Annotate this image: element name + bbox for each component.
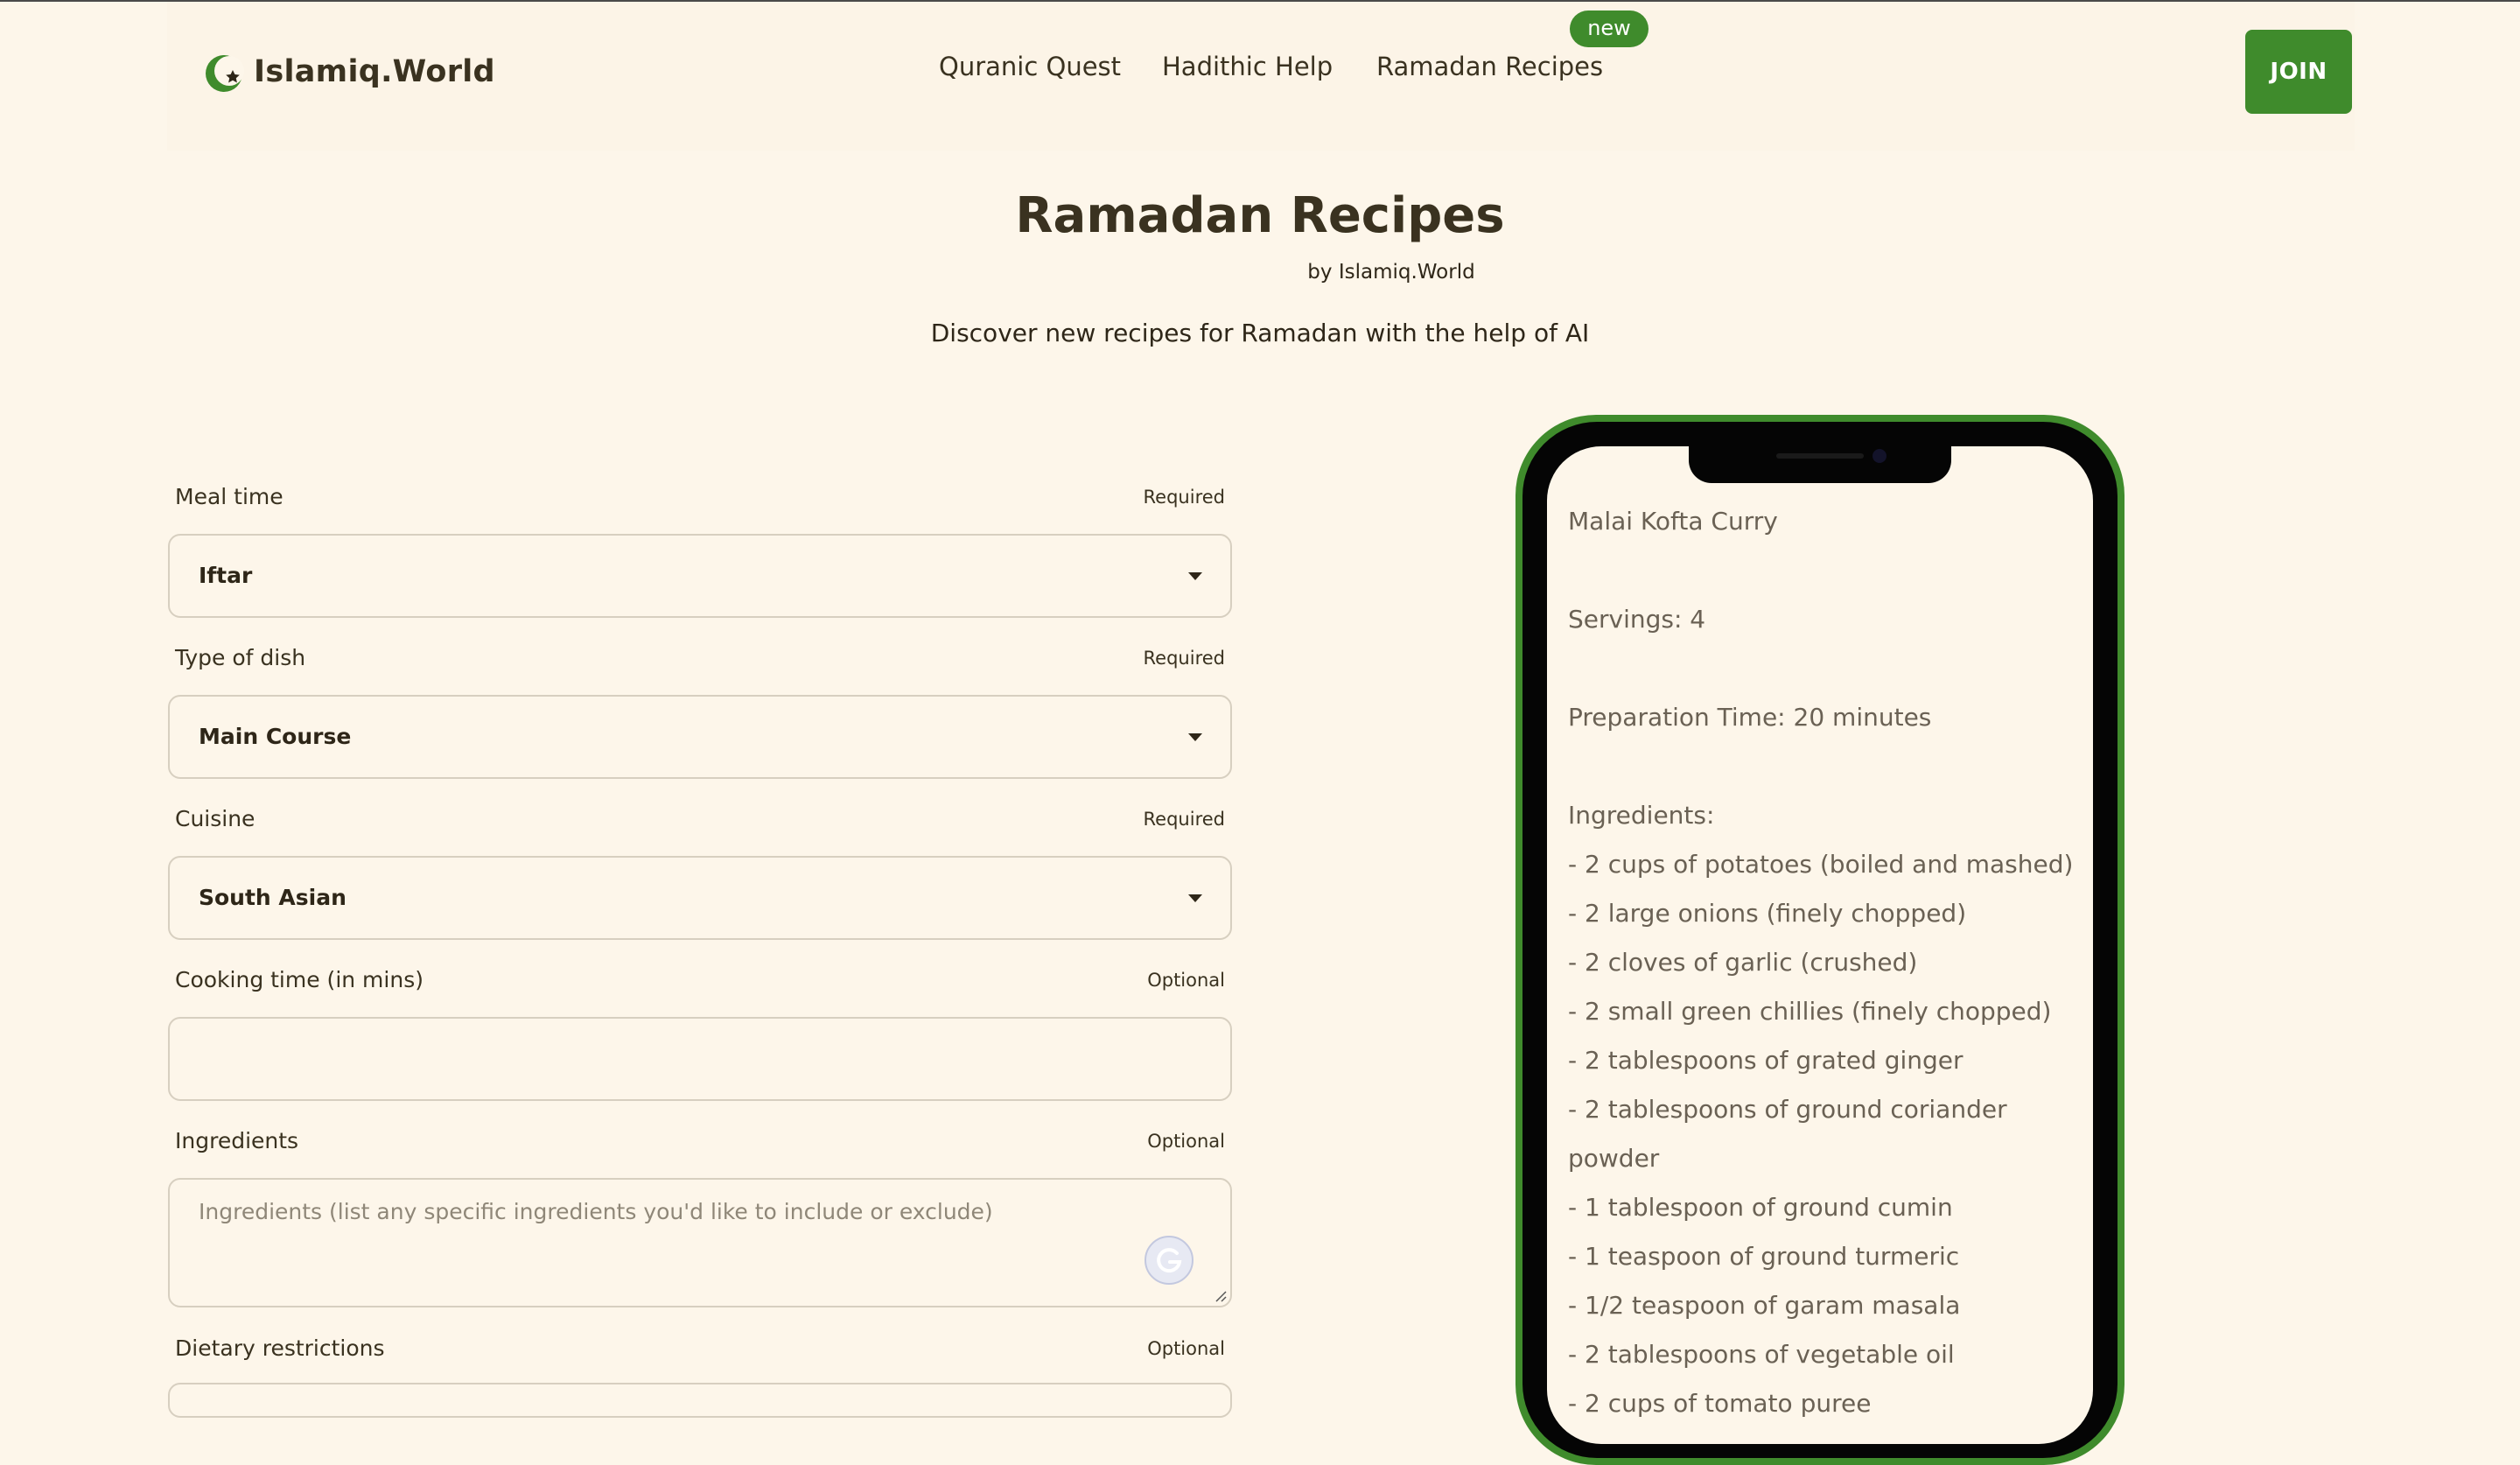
dish-type-label: Type of dish (175, 645, 306, 670)
cuisine-label: Cuisine (175, 806, 256, 831)
meal-time-select[interactable]: Iftar (168, 534, 1232, 618)
page-byline: by Islamiq.World (1307, 261, 1475, 284)
dish-type-required: Required (1143, 648, 1225, 669)
recipe-ingredient: - 1 tablespoon of ground cumin (1568, 1193, 1953, 1222)
recipe-ingredient: - 2 tablespoons of vegetable oil (1568, 1340, 1955, 1369)
ingredients-textarea[interactable]: Ingredients (list any specific ingredien… (168, 1178, 1232, 1307)
brand-logo[interactable]: Islamiq.World (203, 46, 495, 98)
recipe-ingredient: powder (1568, 1144, 1660, 1173)
recipe-ingredient: - 2 cloves of garlic (crushed) (1568, 948, 1918, 977)
cooking-time-input[interactable] (168, 1017, 1232, 1101)
recipe-title: Malai Kofta Curry (1568, 507, 1778, 536)
dietary-select[interactable] (168, 1383, 1232, 1418)
recipe-ingredient: - 2 cups of tomato puree (1568, 1389, 1872, 1418)
dish-type-value: Main Course (199, 724, 352, 749)
recipe-ingredient: - 2 tablespoons of grated ginger (1568, 1046, 1964, 1075)
cooking-time-label: Cooking time (in mins) (175, 967, 424, 992)
chevron-down-icon (1188, 572, 1202, 580)
dietary-optional: Optional (1147, 1338, 1225, 1359)
page-subtitle: Discover new recipes for Ramadan with th… (930, 319, 1590, 347)
new-badge: new (1570, 11, 1648, 47)
recipe-servings: Servings: 4 (1568, 605, 1706, 634)
recipe-ingredient: - 2 small green chillies (finely chopped… (1568, 997, 2052, 1026)
chevron-down-icon (1188, 733, 1202, 741)
join-button[interactable]: JOIN (2245, 30, 2352, 114)
recipe-output: Malai Kofta Curry Servings: 4 Preparatio… (1568, 497, 2074, 1428)
recipe-ingredients-heading: Ingredients: (1568, 801, 1715, 830)
recipe-ingredient: - 1 teaspoon of ground turmeric (1568, 1242, 1960, 1271)
ingredients-optional: Optional (1147, 1131, 1225, 1152)
crescent-star-icon (206, 55, 244, 92)
dietary-label: Dietary restrictions (175, 1335, 385, 1361)
nav-link-quranic-quest[interactable]: Quranic Quest (939, 49, 1121, 84)
top-navigation: Islamiq.World Quranic Quest Hadithic Hel… (0, 0, 2520, 151)
meal-time-value: Iftar (199, 563, 253, 588)
meal-time-label: Meal time (175, 484, 284, 509)
ingredients-placeholder: Ingredients (list any specific ingredien… (199, 1199, 993, 1224)
dish-type-select[interactable]: Main Course (168, 695, 1232, 779)
recipe-ingredient: - 2 cups of potatoes (boiled and mashed) (1568, 850, 2074, 879)
nav-link-ramadan-recipes[interactable]: Ramadan Recipes (1376, 49, 1603, 84)
recipe-ingredient: - 2 large onions (finely chopped) (1568, 899, 1967, 928)
nav-link-hadithic-help[interactable]: Hadithic Help (1162, 49, 1333, 84)
grammarly-icon[interactable] (1144, 1236, 1194, 1285)
recipe-ingredient: - 2 tablespoons of ground coriander (1568, 1095, 2007, 1124)
cooking-time-optional: Optional (1147, 970, 1225, 991)
cuisine-select[interactable]: South Asian (168, 856, 1232, 940)
meal-time-required: Required (1143, 487, 1225, 508)
page-title: Ramadan Recipes (1015, 187, 1505, 244)
phone-notch (1689, 436, 1951, 483)
resize-handle-icon[interactable] (1213, 1288, 1227, 1302)
brand-name: Islamiq.World (254, 54, 495, 89)
recipe-ingredient: - 1/2 teaspoon of garam masala (1568, 1291, 1961, 1320)
chevron-down-icon (1188, 894, 1202, 902)
speaker-camera-icon (1776, 449, 1886, 463)
cuisine-value: South Asian (199, 885, 346, 910)
cuisine-required: Required (1143, 809, 1225, 830)
ingredients-label: Ingredients (175, 1128, 299, 1153)
recipe-prep-time: Preparation Time: 20 minutes (1568, 703, 1932, 732)
